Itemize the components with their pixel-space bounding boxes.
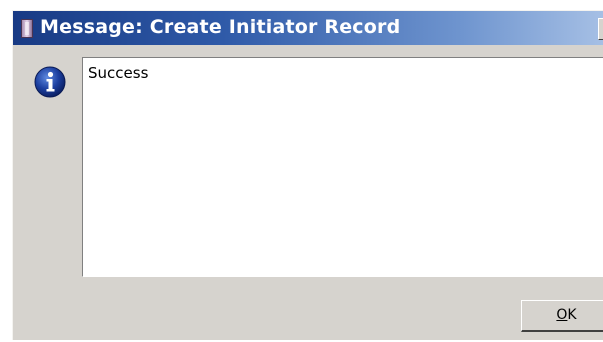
message-text: Success <box>88 64 149 82</box>
close-button[interactable]: X <box>598 18 603 40</box>
message-dialog: Message: Create Initiator Record X Succe… <box>12 10 603 340</box>
message-text-area: Success <box>82 57 603 277</box>
info-icon <box>34 66 66 98</box>
ok-button[interactable]: OK <box>521 300 603 332</box>
title-bar[interactable]: Message: Create Initiator Record X <box>13 11 603 45</box>
dialog-title: Message: Create Initiator Record <box>40 16 401 38</box>
ok-button-label: K <box>567 307 577 323</box>
app-window-icon <box>21 19 33 38</box>
ok-button-mnemonic: O <box>556 307 568 323</box>
